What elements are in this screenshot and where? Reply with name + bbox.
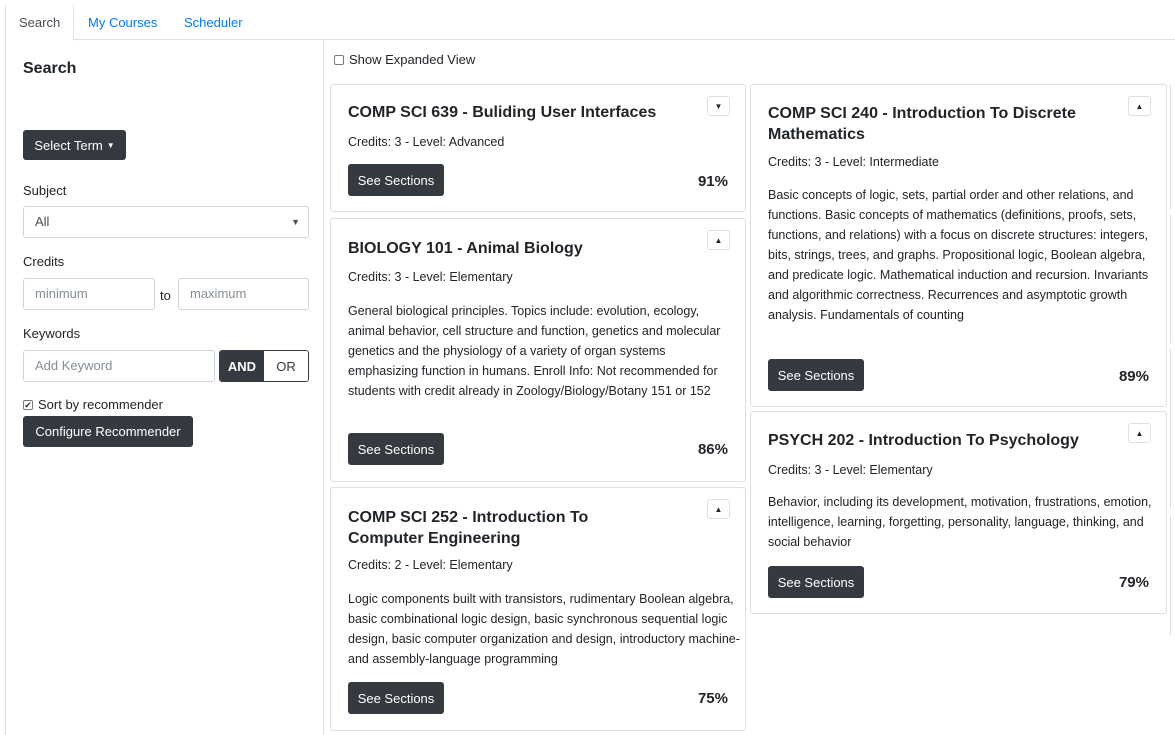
course-title: PSYCH 202 - Introduction To Psychology <box>768 432 1079 449</box>
show-expanded-view[interactable]: Show Expanded View <box>334 52 475 67</box>
see-sections-button[interactable]: See Sections <box>348 682 444 714</box>
sort-checkbox[interactable]: ✔ <box>23 399 33 410</box>
subject-select[interactable]: All ▼ <box>23 206 309 238</box>
sort-label: Sort by recommender <box>38 397 163 412</box>
subject-label: Subject <box>23 183 67 198</box>
course-meta: Credits: 2 - Level: Elementary <box>348 558 513 572</box>
course-description: Behavior, including its development, mot… <box>768 495 1152 549</box>
credits-min-input[interactable]: minimum <box>23 278 155 310</box>
recommendation-score: 91% <box>697 173 728 190</box>
collapse-toggle-icon[interactable]: ▼ <box>707 96 730 116</box>
credits-label: Credits <box>23 254 65 269</box>
course-card: COMP SCI 639 - Buliding User Interfaces … <box>330 84 746 212</box>
course-meta: Credits: 3 - Level: Elementary <box>348 270 513 284</box>
tab-search[interactable]: Search <box>5 5 75 41</box>
tab-my-courses[interactable]: My Courses <box>75 5 170 40</box>
keywords-label: Keywords <box>23 326 81 341</box>
recommendation-score: 79% <box>1118 574 1149 591</box>
course-title: BIOLOGY 101 - Animal Biology <box>348 240 583 257</box>
select-term-button[interactable]: Select Term ▼ <box>23 130 126 160</box>
credits-max-input[interactable]: maximum <box>178 278 309 310</box>
search-sidebar: Search Select Term ▼ Subject All ▼ Credi… <box>5 40 324 735</box>
card-edge <box>1170 349 1175 509</box>
and-button[interactable]: AND <box>220 351 264 381</box>
course-title: COMP SCI 240 - Introduction To Discrete … <box>768 105 1076 143</box>
subject-value: All <box>35 214 50 229</box>
recommendation-score: 89% <box>1118 368 1149 385</box>
course-description: Basic concepts of logic, sets, partial o… <box>768 188 1149 322</box>
see-sections-button[interactable]: See Sections <box>768 359 864 391</box>
caret-down-icon: ▼ <box>106 140 115 150</box>
card-edge <box>1170 515 1175 635</box>
tab-scheduler[interactable]: Scheduler <box>171 5 256 40</box>
configure-recommender-button[interactable]: Configure Recommender <box>23 416 193 447</box>
expanded-checkbox[interactable] <box>334 54 344 65</box>
course-meta: Credits: 3 - Level: Advanced <box>348 135 505 149</box>
collapse-toggle-icon[interactable]: ▲ <box>707 230 730 250</box>
course-card: COMP SCI 240 - Introduction To Discrete … <box>750 84 1167 407</box>
course-description: General biological principles. Topics in… <box>348 304 721 398</box>
sort-by-recommender[interactable]: ✔ Sort by recommender <box>23 397 163 412</box>
expanded-label: Show Expanded View <box>349 52 476 67</box>
course-title: COMP SCI 252 - Introduction To Computer … <box>348 509 589 547</box>
card-edge <box>1170 215 1175 343</box>
see-sections-button[interactable]: See Sections <box>768 566 864 598</box>
credits-to-label: to <box>160 288 171 303</box>
course-results: Show Expanded View COMP SCI 639 - Bulidi… <box>324 40 1175 735</box>
course-description: Logic components built with transistors,… <box>348 592 740 666</box>
caret-down-icon: ▼ <box>291 217 300 227</box>
collapse-toggle-icon[interactable]: ▲ <box>1128 96 1151 116</box>
card-edge <box>1170 84 1175 209</box>
course-card: BIOLOGY 101 - Animal Biology ▲ Credits: … <box>330 218 746 482</box>
recommendation-score: 86% <box>697 441 728 458</box>
course-title: COMP SCI 639 - Buliding User Interfaces <box>348 104 657 121</box>
course-card: COMP SCI 252 - Introduction To Computer … <box>330 487 746 731</box>
see-sections-button[interactable]: See Sections <box>348 433 444 465</box>
select-term-label: Select Term <box>34 137 103 153</box>
recommendation-score: 75% <box>697 690 728 707</box>
course-card: PSYCH 202 - Introduction To Psychology ▲… <box>750 411 1167 614</box>
see-sections-button[interactable]: See Sections <box>348 164 444 196</box>
collapse-toggle-icon[interactable]: ▲ <box>707 499 730 519</box>
course-meta: Credits: 3 - Level: Intermediate <box>768 155 939 169</box>
and-or-toggle: AND OR <box>219 350 309 382</box>
keyword-input[interactable]: Add Keyword <box>23 350 215 382</box>
or-button[interactable]: OR <box>264 351 308 381</box>
sidebar-title: Search <box>23 60 77 77</box>
nav-tabs: Search My Courses Scheduler <box>5 5 1175 41</box>
collapse-toggle-icon[interactable]: ▲ <box>1128 423 1151 443</box>
course-meta: Credits: 3 - Level: Elementary <box>768 463 933 477</box>
